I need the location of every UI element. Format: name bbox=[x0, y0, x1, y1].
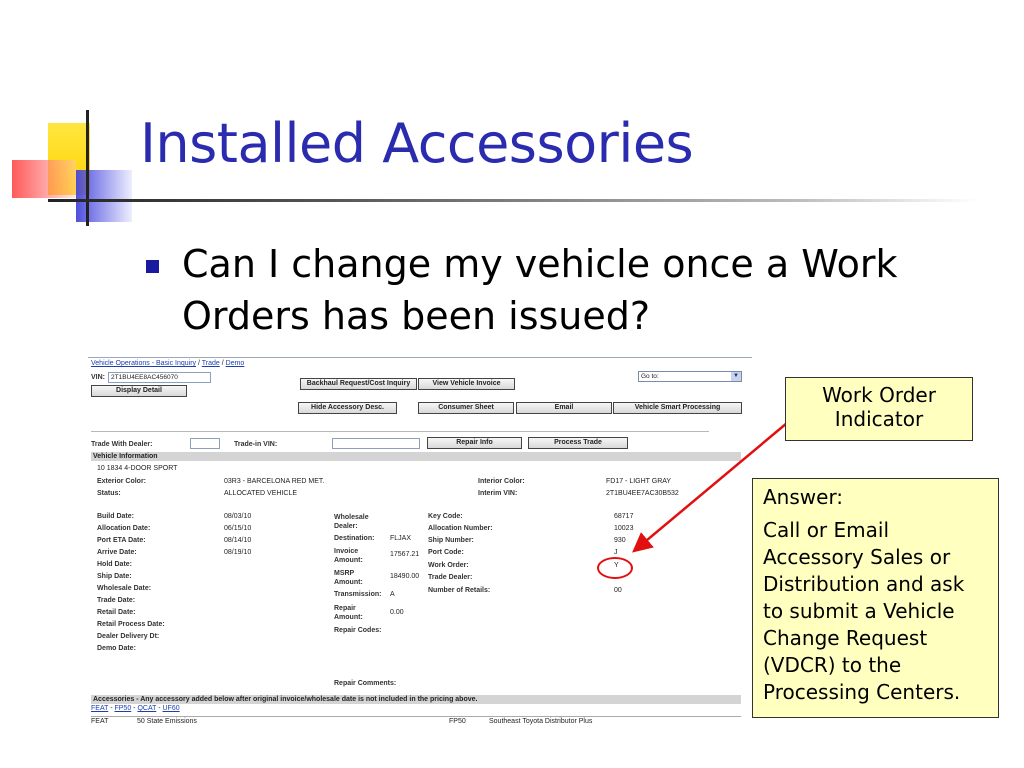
work-order-indicator-callout: Work Order Indicator bbox=[785, 377, 973, 441]
answer-body: Call or Email Accessory Sales or Distrib… bbox=[763, 518, 965, 704]
answer-heading: Answer: bbox=[763, 485, 844, 509]
answer-callout: Answer: Call or Email Accessory Sales or… bbox=[752, 478, 999, 718]
